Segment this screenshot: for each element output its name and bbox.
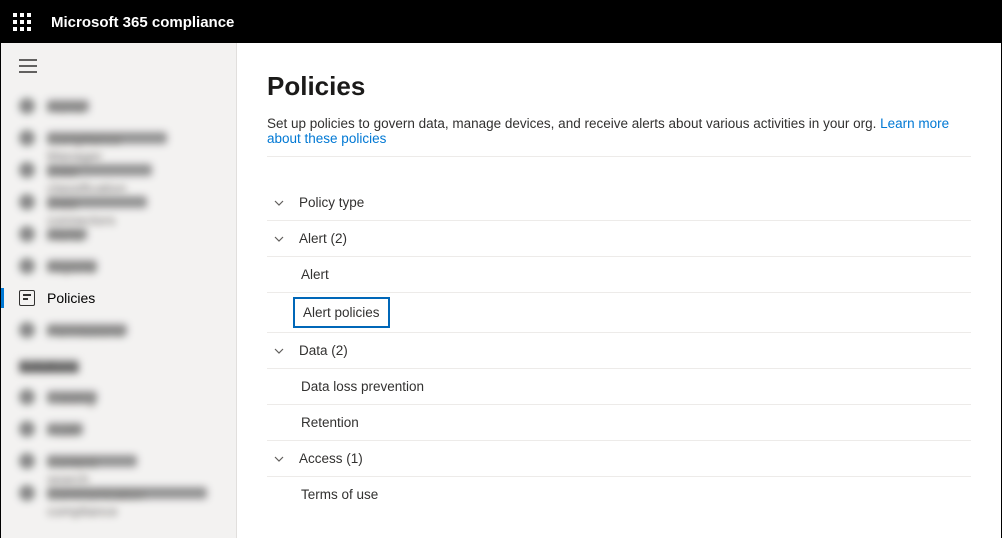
chevron-down-icon xyxy=(273,345,285,357)
sidebar-item-label: Policies xyxy=(47,290,95,306)
policies-icon xyxy=(19,290,35,306)
sidebar-item-catalog[interactable]: Catalog xyxy=(1,381,236,413)
sidebar-item-alerts[interactable]: Alerts xyxy=(1,218,236,250)
chevron-down-icon xyxy=(273,453,285,465)
top-bar: Microsoft 365 compliance xyxy=(1,1,1001,43)
group-alert[interactable]: Alert (2) xyxy=(267,221,971,257)
sidebar-item-content-search[interactable]: Content search xyxy=(1,445,236,477)
group-label: Data (2) xyxy=(299,343,348,358)
app-launcher-icon[interactable] xyxy=(13,13,31,31)
sidebar-item-policies[interactable]: Policies xyxy=(1,282,236,314)
main-content: Policies Set up policies to govern data,… xyxy=(237,43,1001,538)
group-policy-type[interactable]: Policy type xyxy=(267,185,971,221)
sidebar-item-home[interactable]: Home xyxy=(1,90,236,122)
sidebar-item-data-connectors[interactable]: Data connectors xyxy=(1,186,236,218)
sidebar-section-solutions: Solutions xyxy=(1,346,236,381)
group-access[interactable]: Access (1) xyxy=(267,441,971,477)
sidebar-item-audit[interactable]: Audit xyxy=(1,413,236,445)
divider xyxy=(267,156,971,157)
sidebar-item-reports[interactable]: Reports xyxy=(1,250,236,282)
chevron-down-icon xyxy=(273,233,285,245)
page-title: Policies xyxy=(267,71,971,102)
chevron-down-icon xyxy=(273,197,285,209)
group-label: Alert (2) xyxy=(299,231,347,246)
sidebar-item-communication-compliance[interactable]: Communication compliance xyxy=(1,477,236,509)
sidebar-item-data-classification[interactable]: Data classification xyxy=(1,154,236,186)
policy-list: Policy type Alert (2) Alert Alert polici… xyxy=(267,185,971,512)
page-description: Set up policies to govern data, manage d… xyxy=(267,116,971,146)
policy-item-terms-of-use[interactable]: Terms of use xyxy=(267,477,971,512)
menu-toggle-icon[interactable] xyxy=(1,55,236,90)
policy-item-alert-policies[interactable]: Alert policies xyxy=(267,293,971,333)
group-label: Access (1) xyxy=(299,451,363,466)
sidebar-item-permissions[interactable]: Permissions xyxy=(1,314,236,346)
group-data[interactable]: Data (2) xyxy=(267,333,971,369)
policy-item-alert[interactable]: Alert xyxy=(267,257,971,293)
policy-item-retention[interactable]: Retention xyxy=(267,405,971,441)
policy-item-dlp[interactable]: Data loss prevention xyxy=(267,369,971,405)
sidebar: Home Compliance Manager Data classificat… xyxy=(1,43,237,538)
group-label: Policy type xyxy=(299,195,364,210)
sidebar-item-compliance-manager[interactable]: Compliance Manager xyxy=(1,122,236,154)
app-title: Microsoft 365 compliance xyxy=(51,14,234,31)
